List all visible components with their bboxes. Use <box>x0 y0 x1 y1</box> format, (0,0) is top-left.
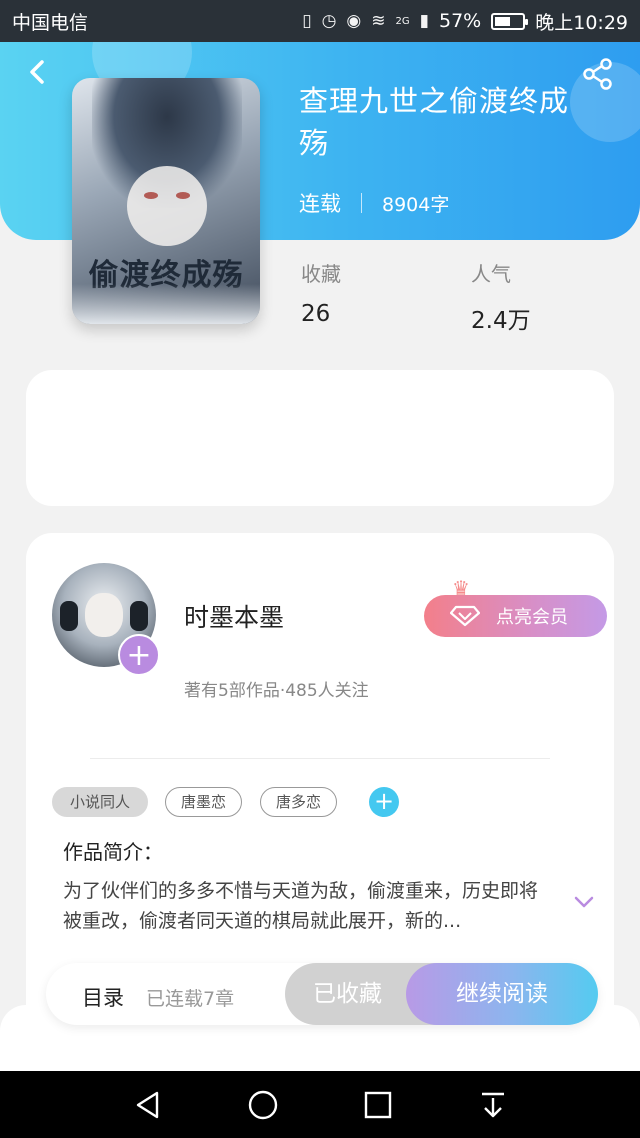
word-count: 8904字 <box>382 193 450 216</box>
tag-chip[interactable]: 唐墨恋 <box>165 787 242 817</box>
status-bar: 中国电信 ▯ ◷ ◉ ≋ 2G ▮ 57% 晚上10:29 <box>0 0 640 42</box>
system-nav-bar <box>0 1071 640 1138</box>
stat-label: 人气 <box>471 262 511 286</box>
continue-reading-button[interactable]: 继续阅读 <box>406 963 598 1025</box>
avatar-headphone <box>60 601 78 631</box>
alarm-icon: ◷ <box>321 11 337 31</box>
stat-favorites: 收藏 26 <box>301 258 341 327</box>
add-tag-button[interactable]: + <box>369 787 399 817</box>
book-meta: 连载 8904字 <box>299 188 449 218</box>
stat-popularity: 人气 2.4万 <box>471 258 531 335</box>
stat-value: 2.4万 <box>471 308 531 334</box>
chapter-count[interactable]: 已连载7章 <box>146 984 234 1011</box>
cover-fade <box>72 284 260 324</box>
author-stats: 著有5部作品·485人关注 <box>184 681 369 701</box>
clock: 晚上10:29 <box>535 11 628 34</box>
notification-pull-icon[interactable] <box>476 1088 510 1122</box>
battery-percent: 57% <box>439 10 482 32</box>
follow-button[interactable]: + <box>118 634 160 676</box>
cover-art-eye <box>144 192 158 199</box>
intro-title: 作品简介： <box>63 840 163 864</box>
divider <box>90 758 550 759</box>
signal-icon: ▮ <box>419 11 429 31</box>
carrier-label: 中国电信 <box>12 11 89 34</box>
meta-divider <box>361 193 362 213</box>
home-nav-icon[interactable] <box>246 1088 280 1122</box>
book-title: 查理九世之偷渡终成殇 <box>299 84 570 160</box>
chevron-down-icon <box>574 896 594 908</box>
serial-status: 连载 <box>299 192 341 216</box>
network-type: 2G <box>395 15 410 27</box>
intro-text: 为了伙伴们的多多不惜与天道为敌，偷渡重来，历史即将被重改，偷渡者同天道的棋局就此… <box>63 880 539 932</box>
vip-label: 点亮会员 <box>496 607 568 628</box>
author-name[interactable]: 时墨本墨 <box>184 598 284 634</box>
recents-nav-icon[interactable] <box>361 1088 395 1122</box>
vip-button[interactable]: 点亮会员 <box>424 595 607 637</box>
stat-label: 收藏 <box>301 262 341 286</box>
cover-art-eye <box>176 192 190 199</box>
vibrate-icon: ▯ <box>302 11 312 31</box>
back-button[interactable] <box>22 56 54 88</box>
empty-card <box>26 370 614 506</box>
chevron-left-icon <box>30 60 44 84</box>
toc-button[interactable]: 目录 <box>82 982 124 1012</box>
back-nav-icon[interactable] <box>131 1088 165 1122</box>
stat-value: 26 <box>301 301 331 327</box>
cover-art-face <box>127 166 207 246</box>
battery-fill <box>495 16 511 26</box>
battery-icon <box>491 12 529 30</box>
tag-chip[interactable]: 小说同人 <box>52 787 148 817</box>
avatar-face <box>85 593 123 637</box>
book-cover[interactable]: 偷渡终成殇 <box>72 78 260 324</box>
expand-button[interactable] <box>572 890 596 914</box>
diamond-icon <box>450 605 480 627</box>
avatar-headphone <box>130 601 148 631</box>
tag-chip[interactable]: 唐多恋 <box>260 787 337 817</box>
wifi-icon: ≋ <box>371 11 386 31</box>
eye-icon: ◉ <box>346 11 362 31</box>
